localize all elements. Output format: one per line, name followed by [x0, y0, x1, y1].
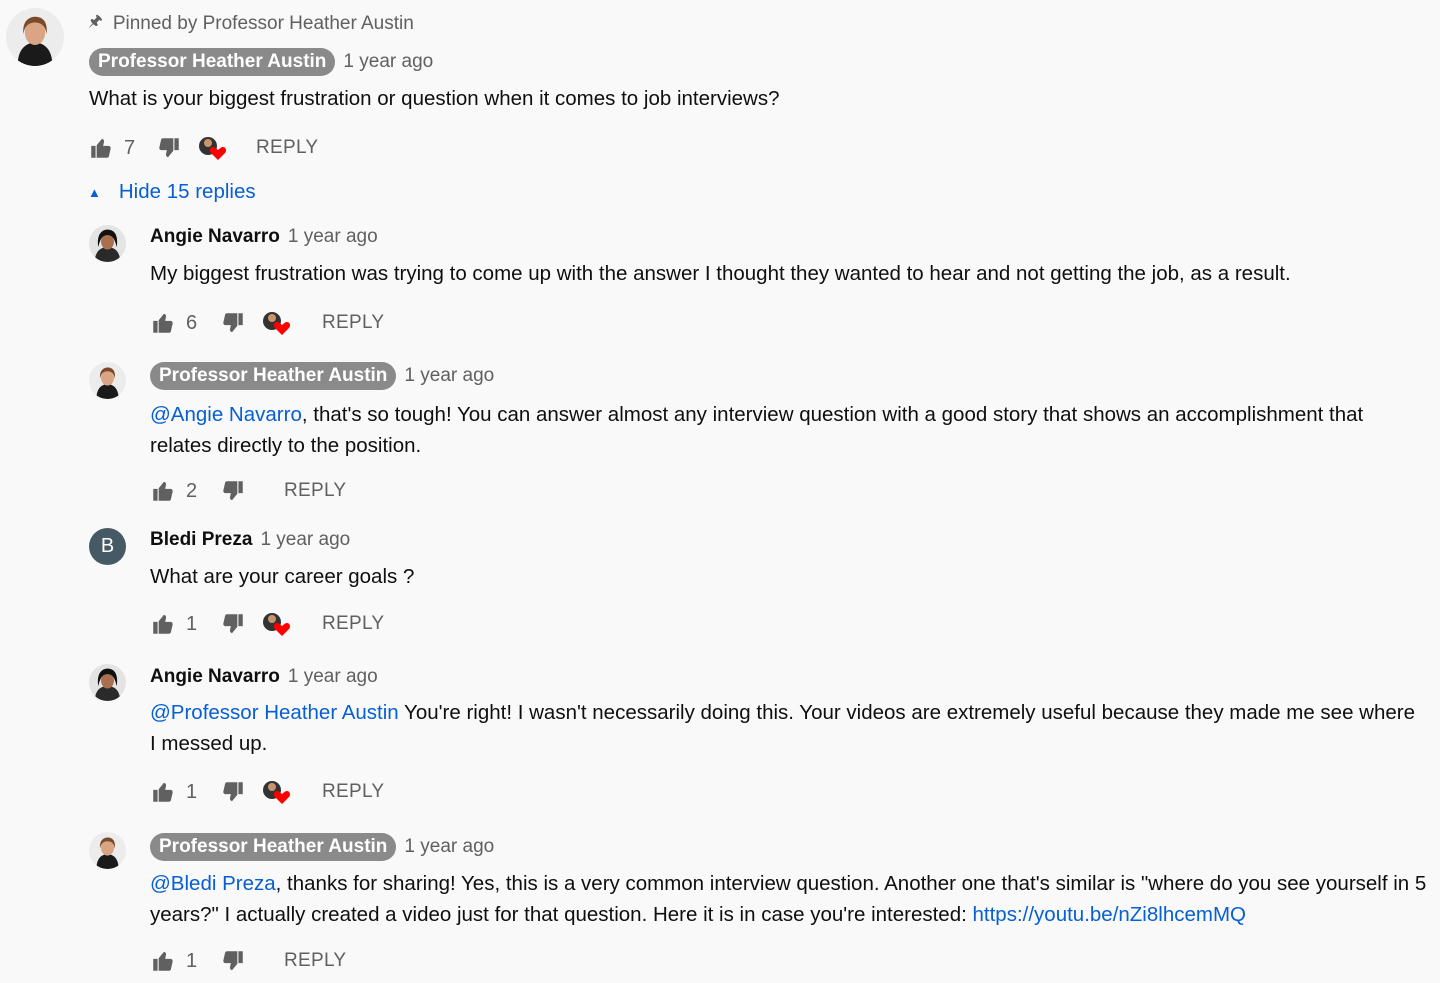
thumbs-up-icon[interactable]	[150, 948, 176, 974]
timestamp[interactable]: 1 year ago	[260, 529, 350, 551]
reply-text: @Angie Navarro, that's so tough! You can…	[150, 399, 1430, 461]
mention-link[interactable]: @Bledi Preza	[150, 872, 276, 895]
creator-heart-icon	[260, 308, 292, 338]
like-count: 1	[186, 612, 198, 635]
avatar[interactable]	[89, 225, 126, 262]
reply-header: Angie Navarro 1 year ago	[150, 226, 378, 248]
avatar-letter[interactable]: B	[89, 528, 126, 565]
reply-button[interactable]: REPLY	[256, 137, 318, 159]
pinned-text: Pinned by Professor Heather Austin	[112, 12, 414, 34]
thumbs-up-icon[interactable]	[150, 478, 176, 504]
hide-replies-toggle[interactable]: ▲ Hide 15 replies	[88, 180, 256, 204]
avatar[interactable]	[89, 664, 126, 701]
reply-button[interactable]: REPLY	[322, 781, 384, 803]
caret-up-icon: ▲	[88, 184, 101, 200]
thumbs-down-icon[interactable]	[220, 611, 246, 637]
avatar[interactable]	[89, 362, 126, 399]
timestamp[interactable]: 1 year ago	[404, 836, 494, 858]
author-name[interactable]: Angie Navarro	[150, 666, 280, 688]
reply-button[interactable]: REPLY	[322, 613, 384, 635]
reply-header: Angie Navarro 1 year ago	[150, 666, 378, 688]
reply-actions: 1 REPLY	[150, 609, 384, 639]
thumbs-up-icon[interactable]	[150, 611, 176, 637]
thumbs-up-icon[interactable]	[88, 135, 114, 161]
timestamp[interactable]: 1 year ago	[288, 226, 378, 248]
creator-heart-icon	[260, 609, 292, 639]
reply-text: @Bledi Preza, thanks for sharing! Yes, t…	[150, 868, 1430, 930]
avatar[interactable]	[6, 8, 64, 66]
comment-text: What is your biggest frustration or ques…	[89, 87, 780, 110]
mention-link[interactable]: @Angie Navarro	[150, 403, 302, 426]
avatar[interactable]	[89, 832, 126, 869]
reply-text: @Professor Heather Austin You're right! …	[150, 697, 1415, 759]
pinned-label: 🖈 Pinned by Professor Heather Austin	[88, 10, 414, 37]
author-chip[interactable]: Professor Heather Austin	[150, 833, 397, 861]
comment-actions: 7 REPLY	[88, 133, 318, 163]
thumbs-up-icon[interactable]	[150, 779, 176, 805]
thumbs-down-icon[interactable]	[220, 478, 246, 504]
reply-header: Professor Heather Austin 1 year ago	[150, 833, 494, 861]
author-chip[interactable]: Professor Heather Austin	[150, 362, 397, 390]
thumbs-up-icon[interactable]	[150, 310, 176, 336]
reply-button[interactable]: REPLY	[284, 480, 346, 502]
like-count: 6	[186, 311, 198, 334]
mention-link[interactable]: @Professor Heather Austin	[150, 701, 399, 724]
reply-actions: 1 REPLY	[150, 777, 384, 807]
reply-header: Bledi Preza 1 year ago	[150, 529, 350, 551]
like-count: 2	[186, 479, 198, 502]
author-name[interactable]: Bledi Preza	[150, 529, 252, 551]
reply-text: My biggest frustration was trying to com…	[150, 262, 1291, 285]
thumbs-down-icon[interactable]	[156, 135, 182, 161]
like-count: 1	[186, 949, 198, 972]
thumbs-down-icon[interactable]	[220, 779, 246, 805]
reply-body: , that's so tough! You can answer almost…	[150, 403, 1364, 457]
thumbs-down-icon[interactable]	[220, 310, 246, 336]
author-chip[interactable]: Professor Heather Austin	[89, 48, 336, 76]
creator-heart-icon	[260, 777, 292, 807]
thumbs-down-icon[interactable]	[220, 948, 246, 974]
creator-heart-icon	[196, 133, 228, 163]
timestamp[interactable]: 1 year ago	[288, 666, 378, 688]
like-count: 1	[186, 780, 198, 803]
reply-actions: 2 REPLY	[150, 476, 346, 506]
timestamp[interactable]: 1 year ago	[343, 51, 433, 73]
reply-button[interactable]: REPLY	[284, 950, 346, 972]
comment-header: Professor Heather Austin 1 year ago	[89, 48, 433, 76]
timestamp[interactable]: 1 year ago	[404, 365, 494, 387]
like-count: 7	[124, 136, 136, 159]
pin-icon: 🖈	[88, 13, 103, 30]
reply-actions: 6 REPLY	[150, 308, 384, 338]
video-link[interactable]: https://youtu.be/nZi8lhcemMQ	[973, 903, 1246, 926]
reply-button[interactable]: REPLY	[322, 312, 384, 334]
reply-actions: 1 REPLY	[150, 946, 346, 976]
reply-header: Professor Heather Austin 1 year ago	[150, 362, 494, 390]
author-name[interactable]: Angie Navarro	[150, 226, 280, 248]
hide-replies-label: Hide 15 replies	[118, 180, 256, 203]
reply-text: What are your career goals ?	[150, 565, 415, 588]
